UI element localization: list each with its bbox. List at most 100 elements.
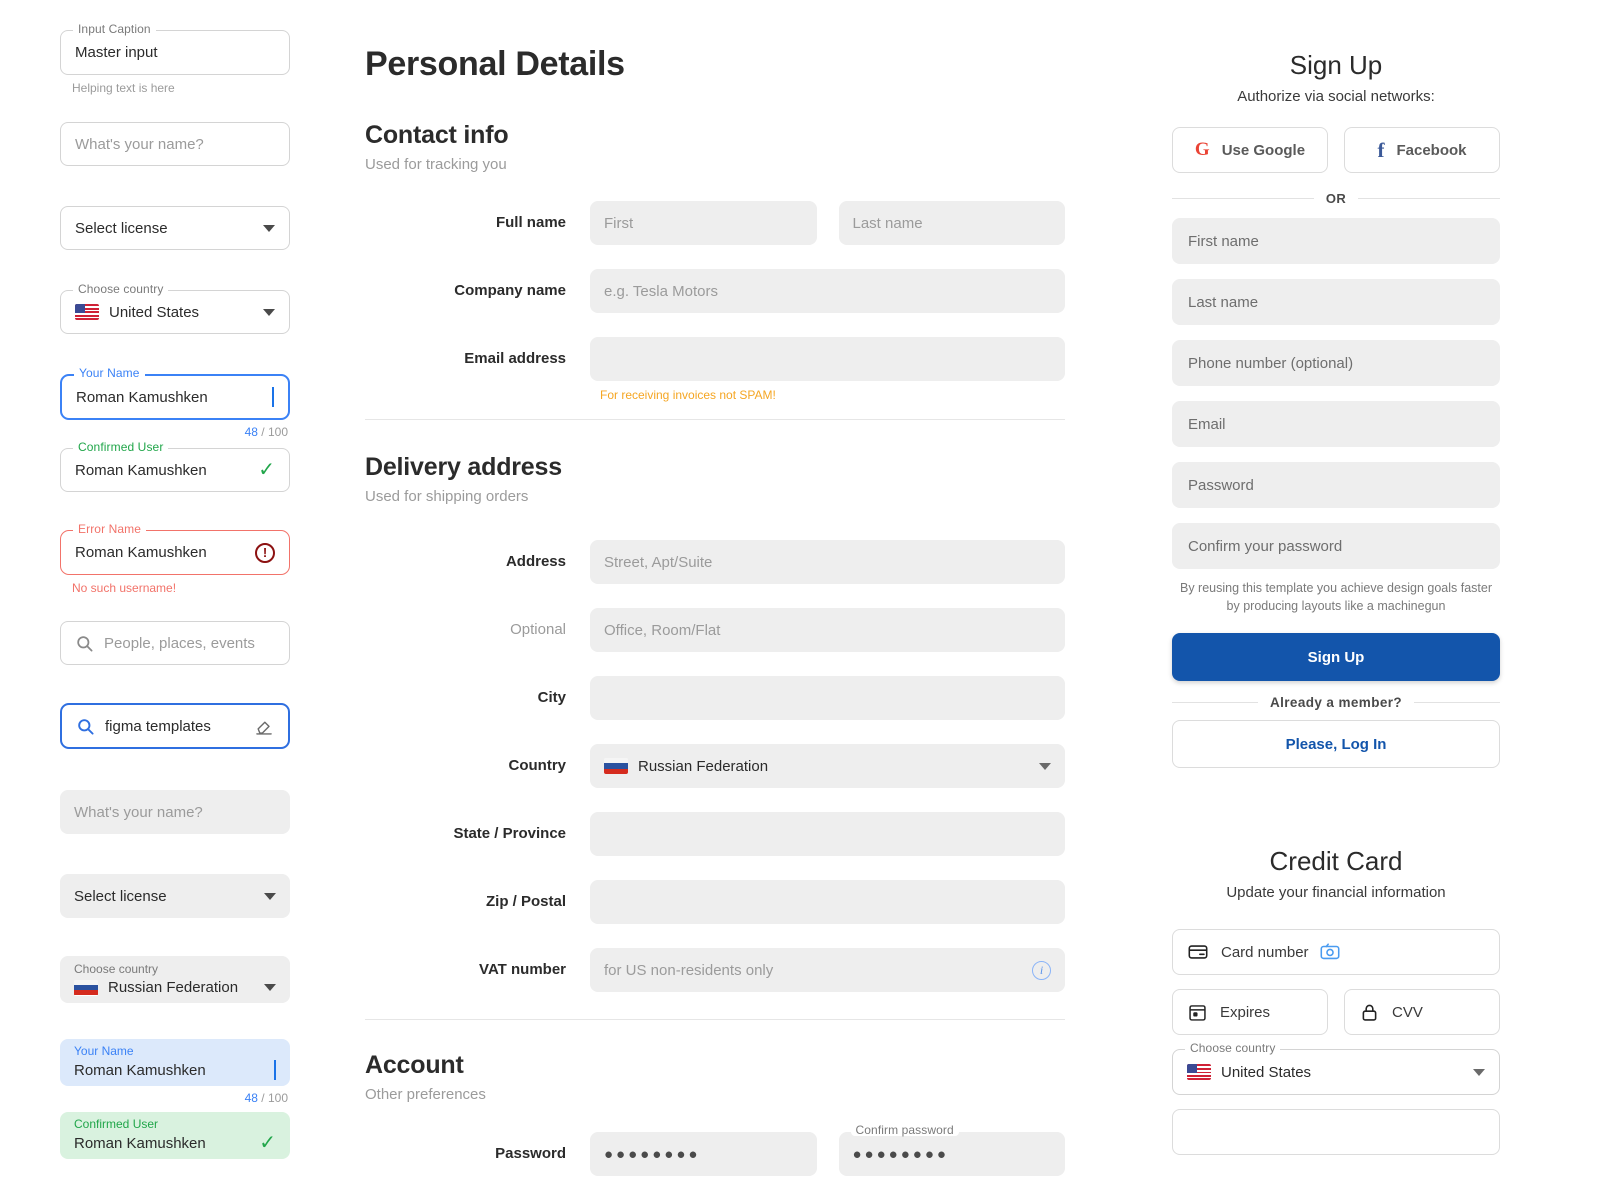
- signup-last-name-placeholder: Last name: [1188, 294, 1484, 311]
- signup-confirm-password-placeholder: Confirm your password: [1188, 538, 1484, 555]
- facebook-signin-button[interactable]: f Facebook: [1344, 127, 1500, 173]
- last-name-input[interactable]: Last name: [839, 201, 1066, 245]
- country-select-label: Choose country: [73, 283, 168, 295]
- card-next-field[interactable]: [1172, 1109, 1500, 1155]
- card-cvv-input[interactable]: CVV: [1344, 989, 1500, 1035]
- country-select-outline[interactable]: Choose country United States: [60, 290, 290, 334]
- member-divider-label: Already a member?: [1270, 695, 1402, 710]
- state-province-input[interactable]: [590, 812, 1065, 856]
- your-name-input-focused[interactable]: Your Name Roman Kamushken: [60, 374, 290, 420]
- card-expires-input[interactable]: Expires: [1172, 989, 1328, 1035]
- company-name-placeholder: e.g. Tesla Motors: [604, 283, 1051, 300]
- master-input[interactable]: Input Caption Master input: [60, 30, 290, 75]
- search-icon: [75, 634, 94, 653]
- delivery-address-heading: Delivery address: [365, 453, 1065, 482]
- social-auth-row: G Use Google f Facebook: [1172, 127, 1500, 173]
- optional-address-input[interactable]: Office, Room/Flat: [590, 608, 1065, 652]
- or-divider: OR: [1172, 191, 1500, 206]
- search-input-empty[interactable]: People, places, events: [60, 621, 290, 665]
- signup-submit-button[interactable]: Sign Up: [1172, 633, 1500, 681]
- card-country-label: Choose country: [1185, 1042, 1280, 1054]
- confirm-password-input[interactable]: Confirm password ●●●●●●●●: [839, 1132, 1066, 1176]
- city-input[interactable]: [590, 676, 1065, 720]
- license-select-solid[interactable]: Select license: [60, 874, 290, 918]
- error-name-value: Roman Kamushken: [75, 544, 255, 561]
- address-placeholder: Street, Apt/Suite: [604, 554, 1051, 571]
- eraser-icon[interactable]: [254, 716, 274, 736]
- license-select-outline[interactable]: Select license: [60, 206, 290, 250]
- country-select-value: United States: [109, 304, 253, 321]
- your-name-value: Roman Kamushken: [76, 389, 271, 406]
- contact-info-subtitle: Used for tracking you: [365, 156, 1065, 173]
- flag-ru-icon: [604, 758, 628, 774]
- confirmed-user-value: Roman Kamushken: [75, 462, 258, 479]
- zip-postal-input[interactable]: [590, 880, 1065, 924]
- full-name-label: Full name: [365, 201, 590, 245]
- license-select-value: Select license: [75, 220, 253, 237]
- card-number-input[interactable]: Card number: [1172, 929, 1500, 975]
- address-label: Address: [365, 540, 590, 584]
- country-select[interactable]: Russian Federation: [590, 744, 1065, 788]
- vat-number-input[interactable]: for US non-residents only i: [590, 948, 1065, 992]
- company-name-input[interactable]: e.g. Tesla Motors: [590, 269, 1065, 313]
- card-cvv-placeholder: CVV: [1392, 1004, 1423, 1021]
- country-select-solid-label: Choose country: [74, 963, 276, 975]
- personal-details-form: Personal Details Contact info Used for t…: [365, 45, 1065, 1200]
- master-input-helper: Helping text is here: [60, 81, 290, 95]
- check-icon: ✓: [259, 1133, 276, 1153]
- search-input-active[interactable]: figma templates: [60, 703, 290, 749]
- card-number-placeholder: Card number: [1221, 944, 1309, 961]
- address-input[interactable]: Street, Apt/Suite: [590, 540, 1065, 584]
- google-signin-label: Use Google: [1222, 142, 1305, 159]
- card-country-select[interactable]: Choose country United States: [1172, 1049, 1500, 1095]
- name-input-solid-placeholder: What's your name?: [74, 804, 276, 821]
- confirmed-user-input-solid[interactable]: Confirmed User Roman Kamushken ✓: [60, 1112, 290, 1159]
- components-sidebar: Input Caption Master input Helping text …: [60, 30, 290, 1159]
- login-button[interactable]: Please, Log In: [1172, 720, 1500, 768]
- delivery-address-subtitle: Used for shipping orders: [365, 488, 1065, 505]
- app-root: Input Caption Master input Helping text …: [0, 0, 1600, 1200]
- signup-first-name-input[interactable]: First name: [1172, 218, 1500, 264]
- login-button-label: Please, Log In: [1286, 736, 1387, 753]
- error-name-message: No such username!: [60, 581, 290, 595]
- name-input-placeholder: What's your name?: [75, 136, 275, 153]
- card-expires-placeholder: Expires: [1220, 1004, 1270, 1021]
- google-signin-button[interactable]: G Use Google: [1172, 127, 1328, 173]
- flag-us-icon: [75, 304, 99, 320]
- chevron-down-icon: [263, 309, 275, 316]
- signup-confirm-password-input[interactable]: Confirm your password: [1172, 523, 1500, 569]
- confirmed-user-input-outline[interactable]: Confirmed User Roman Kamushken ✓: [60, 448, 290, 492]
- camera-icon[interactable]: [1319, 941, 1341, 963]
- your-name-solid-value: Roman Kamushken: [74, 1062, 273, 1079]
- country-select-solid-value: Russian Federation: [108, 979, 254, 996]
- master-input-label: Input Caption: [73, 23, 156, 35]
- chevron-down-icon: [1039, 763, 1051, 770]
- signup-email-input[interactable]: Email: [1172, 401, 1500, 447]
- signup-password-input[interactable]: Password: [1172, 462, 1500, 508]
- country-label: Country: [365, 744, 590, 788]
- your-name-input-solid[interactable]: Your Name Roman Kamushken: [60, 1039, 290, 1086]
- name-input-outline[interactable]: What's your name?: [60, 122, 290, 166]
- error-name-label: Error Name: [73, 523, 146, 535]
- info-icon[interactable]: i: [1032, 961, 1051, 980]
- confirm-password-value: ●●●●●●●●: [853, 1146, 1052, 1163]
- account-heading: Account: [365, 1051, 1065, 1080]
- signup-email-placeholder: Email: [1188, 416, 1484, 433]
- your-name-label: Your Name: [74, 367, 145, 379]
- password-label: Password: [365, 1132, 590, 1176]
- flag-ru-icon: [74, 980, 98, 996]
- or-label: OR: [1326, 191, 1346, 206]
- signup-phone-input[interactable]: Phone number (optional): [1172, 340, 1500, 386]
- error-name-input[interactable]: Error Name Roman Kamushken !: [60, 530, 290, 575]
- password-input[interactable]: ●●●●●●●●: [590, 1132, 817, 1176]
- name-input-solid[interactable]: What's your name?: [60, 790, 290, 834]
- first-name-input[interactable]: First: [590, 201, 817, 245]
- credit-card-subtitle: Update your financial information: [1172, 884, 1500, 901]
- text-caret: [272, 387, 274, 407]
- credit-card-icon: [1187, 941, 1209, 963]
- country-select-solid[interactable]: Choose country Russian Federation: [60, 956, 290, 1003]
- license-select-solid-value: Select license: [74, 888, 254, 905]
- your-name-count: 48: [245, 425, 258, 439]
- signup-last-name-input[interactable]: Last name: [1172, 279, 1500, 325]
- email-address-input[interactable]: [590, 337, 1065, 381]
